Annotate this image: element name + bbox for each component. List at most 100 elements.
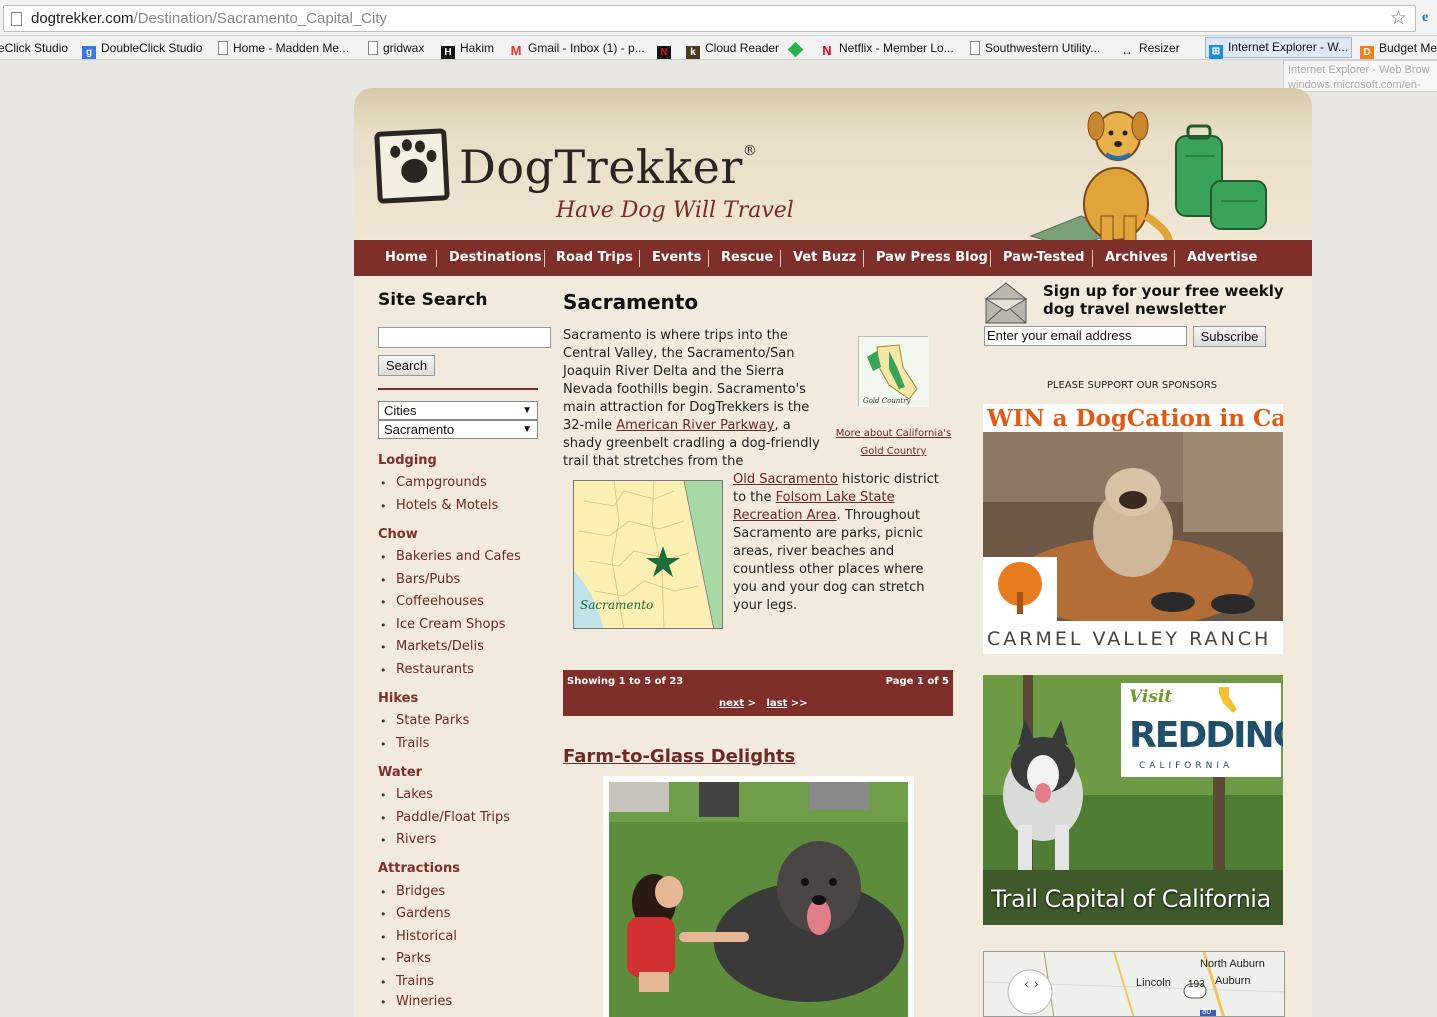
list-item[interactable]: Restaurants bbox=[396, 662, 474, 677]
bookmark-cloud-reader[interactable]: k Cloud Reader bbox=[686, 39, 779, 59]
search-button[interactable]: Search bbox=[378, 355, 435, 376]
bookmark-internet-explorer[interactable]: ⊞ Internet Explorer - W... bbox=[1205, 37, 1353, 59]
category-attractions[interactable]: Attractions bbox=[378, 861, 460, 876]
bookmark-doubleclick-studio[interactable]: g DoubleClick Studio bbox=[82, 39, 202, 59]
nav-vet-buzz[interactable]: Vet Buzz bbox=[793, 250, 856, 265]
list-item[interactable]: Markets/Delis bbox=[396, 639, 484, 654]
category-lodging[interactable]: Lodging bbox=[378, 453, 437, 468]
bookmark-doubleclick[interactable]: eClick Studio bbox=[0, 39, 68, 57]
list-item[interactable]: Paddle/Float Trips bbox=[396, 810, 510, 825]
envelope-icon bbox=[984, 282, 1028, 324]
visit-redding-logo: Visit REDDING CALIFORNIA bbox=[1121, 683, 1283, 777]
category-hikes[interactable]: Hikes bbox=[378, 691, 418, 706]
list-item[interactable]: Trains bbox=[396, 974, 434, 989]
site-tagline: Have Dog Will Travel bbox=[556, 198, 794, 223]
list-item[interactable]: Bars/Pubs bbox=[396, 572, 460, 587]
netflix-n-icon: N bbox=[657, 46, 671, 59]
bookmark-resizer[interactable]: ↔ Resizer bbox=[1120, 39, 1180, 58]
paw-logo-icon[interactable] bbox=[374, 128, 450, 204]
folsom-lake-link[interactable]: Folsom Lake State bbox=[776, 490, 895, 505]
nav-home[interactable]: Home bbox=[385, 250, 427, 265]
gold-country-thumbnail[interactable]: Gold Country bbox=[858, 336, 929, 407]
pager-links: next > last >> bbox=[719, 698, 808, 709]
bookmark-madden[interactable]: Home - Madden Me... bbox=[218, 39, 349, 57]
list-item[interactable]: Bridges bbox=[396, 884, 445, 899]
nav-archives[interactable]: Archives bbox=[1105, 250, 1168, 265]
old-sacramento-link[interactable]: Old Sacramento bbox=[733, 472, 838, 487]
bookmark-gridwax[interactable]: gridwax bbox=[368, 39, 424, 57]
feedly-icon bbox=[787, 41, 804, 58]
category-water[interactable]: Water bbox=[378, 765, 422, 780]
bookmark-southwestern[interactable]: Southwestern Utility... bbox=[970, 39, 1100, 57]
sponsors-label: PLEASE SUPPORT OUR SPONSORS bbox=[1046, 380, 1218, 391]
bookmark-star-icon[interactable]: ☆ bbox=[1390, 7, 1407, 29]
site-logo-text[interactable]: DogTrekker® bbox=[459, 140, 757, 194]
browser-toolbar: dogtrekker.com/Destination/Sacramento_Ca… bbox=[0, 0, 1437, 36]
intro-text: Recreation Area. Throughout bbox=[733, 508, 921, 523]
list-item[interactable]: Historical bbox=[396, 929, 457, 944]
dropdown-arrow-icon: ▼ bbox=[522, 424, 532, 435]
list-item[interactable]: Lakes bbox=[396, 787, 433, 802]
list-item[interactable]: Rivers bbox=[396, 832, 436, 847]
list-item[interactable]: Parks bbox=[396, 951, 431, 966]
last-link[interactable]: last bbox=[766, 698, 787, 709]
list-item[interactable]: Bakeries and Cafes bbox=[396, 549, 521, 564]
california-shape-icon bbox=[1219, 687, 1237, 713]
url-text[interactable]: dogtrekker.com/Destination/Sacramento_Ca… bbox=[31, 10, 387, 27]
dog-luggage-illustration-icon bbox=[1029, 111, 1267, 248]
nav-rescue[interactable]: Rescue bbox=[721, 250, 773, 265]
ad-brand: CARMEL VALLEY RANCH bbox=[987, 628, 1272, 650]
bookmark-budget[interactable]: D Budget Me bbox=[1360, 39, 1437, 59]
intro-text: main attraction for DogTrekkers is the bbox=[563, 400, 810, 415]
carmel-valley-ad[interactable]: WIN a DogCation in Carmel! bbox=[983, 404, 1283, 654]
visit-redding-ad[interactable]: Visit REDDING CALIFORNIA Trail Capital o… bbox=[983, 675, 1283, 925]
intro-text: your legs. bbox=[733, 598, 798, 613]
type-select[interactable]: Cities ▼ bbox=[378, 401, 538, 420]
bookmark-netflix-n[interactable]: N bbox=[657, 39, 676, 59]
bookmark-gmail[interactable]: M Gmail - Inbox (1) - p... bbox=[509, 39, 645, 58]
next-link[interactable]: next bbox=[719, 698, 744, 709]
list-item[interactable]: Trails bbox=[396, 736, 429, 751]
page-icon bbox=[218, 41, 228, 55]
nav-road-trips[interactable]: Road Trips bbox=[556, 250, 633, 265]
netflix-icon: N bbox=[822, 43, 832, 58]
list-item[interactable]: Ice Cream Shops bbox=[396, 617, 505, 632]
list-item[interactable]: Gardens bbox=[396, 906, 450, 921]
list-item[interactable]: Wineries bbox=[396, 994, 452, 1009]
intro-text: countless other places where bbox=[733, 562, 924, 577]
location-map[interactable]: ‹ › North Auburn Lincoln 193 Auburn 80 bbox=[983, 951, 1285, 1017]
extension-icon[interactable]: e bbox=[1422, 10, 1436, 26]
h-icon: H bbox=[441, 46, 455, 59]
subscribe-button[interactable]: Subscribe bbox=[1193, 326, 1266, 347]
article-photo[interactable] bbox=[603, 776, 914, 1017]
gold-country-link[interactable]: More about California's Gold Country bbox=[831, 425, 956, 461]
address-bar[interactable]: dogtrekker.com/Destination/Sacramento_Ca… bbox=[3, 5, 1416, 32]
nav-destinations[interactable]: Destinations bbox=[449, 250, 542, 265]
nav-advertise[interactable]: Advertise bbox=[1187, 250, 1257, 265]
category-chow[interactable]: Chow bbox=[378, 527, 418, 542]
intro-text: Joaquin River Delta and the Sierra bbox=[563, 364, 785, 379]
kindle-icon: k bbox=[686, 46, 700, 59]
list-item[interactable]: Coffeehouses bbox=[396, 594, 484, 609]
page-title: Sacramento bbox=[563, 290, 699, 314]
intro-text: Sacramento are parks, picnic bbox=[733, 526, 924, 541]
page-indicator: Page 1 of 5 bbox=[885, 676, 949, 687]
ad-tagline: Trail Capital of California bbox=[991, 885, 1271, 913]
nav-events[interactable]: Events bbox=[652, 250, 701, 265]
american-river-parkway-link[interactable]: American River Parkway bbox=[616, 418, 774, 433]
intro-text: Nevada foothills begin. Sacramento's bbox=[563, 382, 806, 397]
email-input[interactable]: Enter your email address bbox=[984, 326, 1187, 346]
bookmark-netflix[interactable]: N Netflix - Member Lo... bbox=[820, 39, 953, 58]
city-select[interactable]: Sacramento ▼ bbox=[378, 420, 538, 439]
search-input[interactable] bbox=[378, 327, 551, 348]
list-item[interactable]: Campgrounds bbox=[396, 475, 487, 490]
article-title-link[interactable]: Farm-to-Glass Delights bbox=[563, 746, 795, 767]
list-item[interactable]: Hotels & Motels bbox=[396, 498, 498, 513]
bookmark-feedly[interactable] bbox=[787, 39, 806, 58]
recreation-area-link[interactable]: Recreation Area bbox=[733, 508, 837, 523]
bookmark-hakim[interactable]: H Hakim bbox=[441, 39, 494, 59]
map-label: Sacramento bbox=[580, 598, 653, 612]
nav-paw-tested[interactable]: Paw-Tested bbox=[1003, 250, 1084, 265]
list-item[interactable]: State Parks bbox=[396, 713, 469, 728]
nav-paw-press-blog[interactable]: Paw Press Blog bbox=[876, 250, 988, 265]
